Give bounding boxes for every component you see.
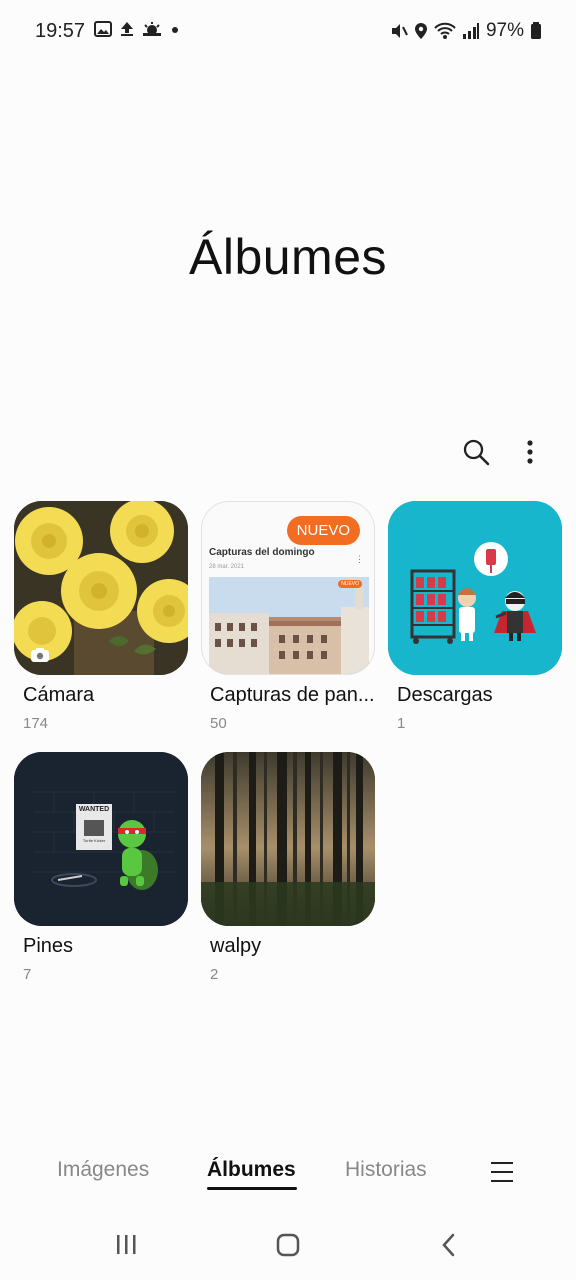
tab-historias[interactable]: Historias — [345, 1158, 427, 1182]
madrid-building-image — [209, 577, 369, 674]
album-name: Capturas de pan... — [210, 684, 375, 706]
forest-image — [201, 752, 375, 926]
weather-icon — [143, 22, 161, 36]
album-count: 50 — [210, 715, 227, 732]
album-name: walpy — [210, 935, 262, 957]
album-count: 2 — [210, 966, 219, 983]
signal-icon — [462, 23, 479, 39]
tab-imagenes[interactable]: Imágenes — [57, 1158, 149, 1182]
gallery-icon — [94, 21, 112, 37]
album-thumbnail[interactable] — [388, 501, 562, 675]
album-capturas[interactable]: Capturas del domingo 28 mar. 2021 ⋮ NUEV… — [201, 501, 375, 732]
album-camara[interactable]: Cámara 174 — [14, 501, 188, 732]
album-count: 174 — [23, 715, 49, 732]
upload-icon — [121, 22, 133, 36]
vampire-blood-bank-image — [388, 501, 562, 675]
album-thumbnail[interactable]: WANTED Turtle Kicker — [14, 752, 188, 926]
system-nav-bar — [0, 1208, 576, 1280]
album-descargas[interactable]: Descargas 1 — [388, 501, 562, 732]
album-count: 1 — [397, 715, 406, 732]
back-icon — [442, 1233, 455, 1257]
dot-icon — [172, 27, 178, 33]
preview-badge: NUEVO — [338, 580, 362, 588]
battery-icon — [531, 22, 541, 39]
search-button[interactable] — [460, 436, 492, 468]
status-left-icons — [94, 21, 180, 37]
status-right-icons: 97% — [390, 20, 542, 42]
active-tab-indicator — [207, 1187, 297, 1190]
album-pines[interactable]: WANTED Turtle Kicker Pines 7 — [14, 752, 188, 983]
tab-albumes[interactable]: Álbumes — [207, 1158, 296, 1182]
recents-icon — [117, 1235, 136, 1254]
preview-date: 28 mar. 2021 — [209, 564, 245, 570]
preview-more-icon: ⋮ — [355, 554, 364, 564]
album-name: Descargas — [397, 684, 493, 706]
mute-vibrate-icon — [391, 24, 408, 38]
more-options-button[interactable] — [514, 436, 546, 468]
battery-percent: 97% — [485, 20, 524, 41]
album-thumbnail[interactable] — [201, 752, 375, 926]
recents-button[interactable] — [114, 1232, 138, 1256]
wanted-poster-sub: Turtle Kicker — [82, 838, 106, 843]
album-walpy[interactable]: walpy 2 — [201, 752, 375, 983]
location-icon — [414, 23, 427, 39]
wanted-poster-title: WANTED — [78, 806, 110, 813]
more-vertical-icon — [527, 440, 533, 464]
camera-icon — [31, 648, 49, 662]
new-badge: NUEVO — [286, 516, 360, 545]
album-name: Pines — [23, 935, 74, 957]
hamburger-menu-icon — [491, 1162, 513, 1182]
back-button[interactable] — [438, 1232, 460, 1258]
menu-button[interactable] — [490, 1160, 514, 1184]
search-icon — [463, 439, 490, 466]
page-title: Álbumes — [188, 229, 388, 285]
album-count: 7 — [23, 966, 32, 983]
status-time: 19:57 — [35, 20, 86, 42]
album-thumbnail[interactable] — [14, 501, 188, 675]
status-bar: 19:57 97% — [0, 0, 576, 64]
wifi-icon — [434, 22, 456, 39]
album-name: Cámara — [23, 684, 95, 706]
home-icon — [276, 1233, 300, 1257]
album-thumbnail[interactable]: Capturas del domingo 28 mar. 2021 ⋮ NUEV… — [201, 501, 375, 675]
home-button[interactable] — [275, 1232, 301, 1258]
preview-heading: Capturas del domingo — [209, 547, 315, 558]
